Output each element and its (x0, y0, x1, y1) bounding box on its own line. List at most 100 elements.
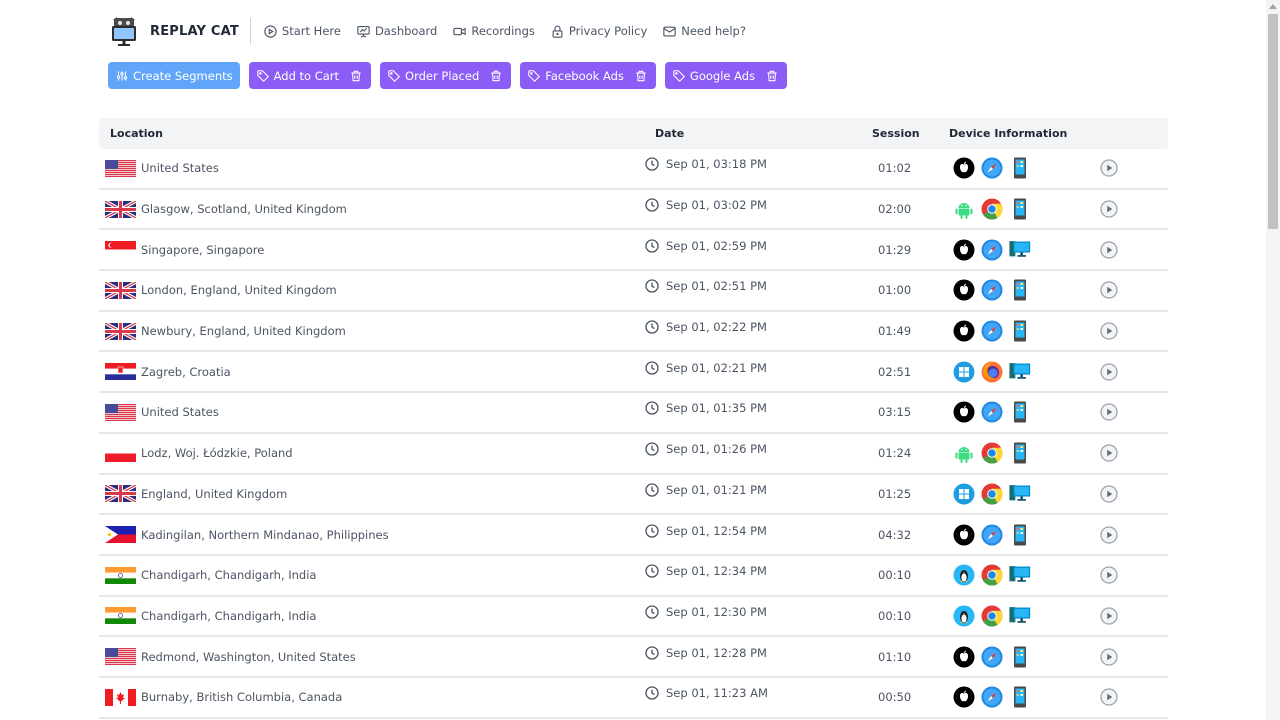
adjustments-icon (116, 70, 128, 81)
nav-recordings[interactable]: Recordings (452, 24, 535, 39)
device-info-cell (938, 686, 1128, 708)
device-info-cell (938, 320, 1128, 342)
table-row[interactable]: Burnaby, British Columbia, Canada Sep 01,… (99, 678, 1168, 719)
trash-icon (767, 70, 777, 81)
date-text: Sep 01, 03:02 PM (666, 198, 767, 213)
nav-privacy-policy[interactable]: Privacy Policy (550, 24, 647, 39)
safari-browser-icon (981, 157, 1003, 179)
play-circle-icon (264, 24, 277, 38)
play-recording-button[interactable] (1100, 281, 1118, 300)
safari-browser-icon (981, 401, 1003, 423)
play-recording-button[interactable] (1100, 403, 1118, 422)
location-text: Burnaby, British Columbia, Canada (141, 690, 343, 705)
delete-segment-button[interactable] (489, 69, 503, 83)
play-recording-button[interactable] (1100, 200, 1118, 218)
table-row[interactable]: United States Sep 01, 01:35 PM 03:15 (99, 393, 1168, 434)
mobile-device-icon (1009, 157, 1031, 179)
play-recording-button[interactable] (1100, 485, 1118, 503)
table-row[interactable]: Lodz, Woj. Łódzkie, Poland Sep 01, 01:26 … (99, 434, 1168, 475)
tag-icon (528, 69, 541, 82)
segment-order-placed[interactable]: Order Placed (380, 62, 512, 89)
safari-browser-icon (981, 646, 1003, 668)
location-cell: United States (99, 159, 644, 178)
flag-gb-icon (104, 198, 137, 220)
play-recording-button[interactable] (1100, 322, 1118, 340)
table-row[interactable]: Singapore, Singapore Sep 01, 02:59 PM 01:2… (99, 230, 1168, 272)
flag-pl-icon (105, 444, 136, 462)
delete-segment-button[interactable] (349, 69, 363, 83)
location-cell: Lodz, Woj. Łódzkie, Poland (99, 444, 644, 462)
date-text: Sep 01, 12:54 PM (666, 523, 767, 538)
nav-label: Privacy Policy (568, 24, 648, 38)
play-recording-button[interactable] (1100, 607, 1118, 625)
play-recording-button[interactable] (1100, 647, 1118, 666)
date-cell: Sep 01, 12:30 PM (644, 604, 861, 620)
play-recording-button[interactable] (1100, 688, 1118, 706)
delete-segment-button[interactable] (765, 69, 779, 83)
header-device-information: Device Information (949, 127, 1068, 140)
table-row[interactable]: Chandigarh, Chandigarh, India Sep 01, 12:… (99, 597, 1168, 638)
segment-google-ads[interactable]: Google Ads (664, 62, 788, 89)
session-duration: 01:25 (878, 486, 912, 501)
tag-icon (673, 69, 685, 82)
video-camera-icon (453, 27, 467, 35)
table-row[interactable]: Redmond, Washington, United States Sep 01… (99, 637, 1168, 678)
location-cell: Newbury, England, United Kingdom (99, 321, 644, 342)
device-info-cell (938, 361, 1128, 383)
play-recording-button[interactable] (1100, 363, 1118, 381)
clock-icon (645, 645, 659, 660)
apple-os-icon (953, 524, 975, 546)
play-recording-button[interactable] (1100, 525, 1118, 544)
create-segments-label: Create Segments (133, 68, 233, 83)
play-recording-button[interactable] (1100, 566, 1118, 584)
device-info-cell (938, 646, 1128, 668)
session-duration: 01:29 (878, 242, 912, 257)
table-row[interactable]: Newbury, England, United Kingdom Sep 01, … (99, 312, 1168, 353)
date-text: Sep 01, 03:18 PM (666, 157, 767, 172)
create-segments-button[interactable]: Create Segments (108, 62, 240, 89)
date-cell: Sep 01, 01:26 PM (644, 441, 861, 457)
play-recording-button[interactable] (1100, 159, 1118, 177)
safari-browser-icon (981, 239, 1003, 261)
location-cell: Glasgow, Scotland, United Kingdom (99, 198, 644, 220)
nav-label: Need help? (681, 24, 746, 38)
table-row[interactable]: United States Sep 01, 03:18 PM 01:02 (99, 149, 1168, 190)
flag-gb-icon (104, 321, 137, 342)
segment-facebook-ads[interactable]: Facebook Ads (520, 62, 656, 89)
scroll-up-arrow-icon[interactable] (1269, 4, 1277, 9)
date-text: Sep 01, 11:23 AM (666, 686, 768, 701)
location-cell: Redmond, Washington, United States (99, 648, 644, 666)
table-row[interactable]: Chandigarh, Chandigarh, India Sep 01, 12:… (99, 556, 1168, 597)
chrome-browser-icon (981, 605, 1003, 627)
nav-need-help[interactable]: Need help? (662, 24, 746, 39)
nav-dashboard[interactable]: Dashboard (356, 24, 437, 39)
location-text: Lodz, Woj. Łódzkie, Poland (141, 446, 293, 461)
date-text: Sep 01, 01:35 PM (666, 401, 767, 416)
session-duration: 00:50 (878, 690, 912, 705)
play-recording-button[interactable] (1100, 241, 1118, 259)
device-info-cell (938, 401, 1128, 423)
session-duration: 00:10 (878, 608, 912, 623)
date-text: Sep 01, 02:51 PM (666, 279, 767, 294)
apple-os-icon (953, 279, 975, 301)
table-row[interactable]: Zagreb, Croatia Sep 01, 02:21 PM 02:51 (99, 352, 1168, 394)
page-scrollbar[interactable] (1266, 0, 1280, 720)
table-row[interactable]: Glasgow, Scotland, United Kingdom Sep 01,… (99, 190, 1168, 231)
play-recording-button[interactable] (1100, 444, 1118, 462)
location-text: London, England, United Kingdom (141, 283, 337, 298)
table-row[interactable]: Kadingilan, Northern Mindanao, Philippin… (99, 515, 1168, 556)
flag-in-icon (105, 607, 136, 625)
table-row[interactable]: England, United Kingdom Sep 01, 01:21 PM 0… (99, 475, 1168, 516)
segment-add-to-cart[interactable]: Add to Cart (248, 62, 372, 89)
table-header: Location Date Session Device Information (99, 118, 1168, 149)
nav-start-here[interactable]: Start Here (263, 24, 341, 39)
flag-gb-icon (104, 280, 137, 301)
apple-os-icon (953, 686, 975, 708)
location-cell: England, United Kingdom (99, 483, 644, 504)
table-row[interactable]: London, England, United Kingdom Sep 01, 0… (99, 271, 1168, 312)
device-info-cell (938, 483, 1128, 505)
clock-icon (645, 157, 659, 172)
nav-label: Start Here (281, 24, 341, 38)
scrollbar-thumb[interactable] (1268, 14, 1278, 229)
delete-segment-button[interactable] (634, 69, 648, 83)
